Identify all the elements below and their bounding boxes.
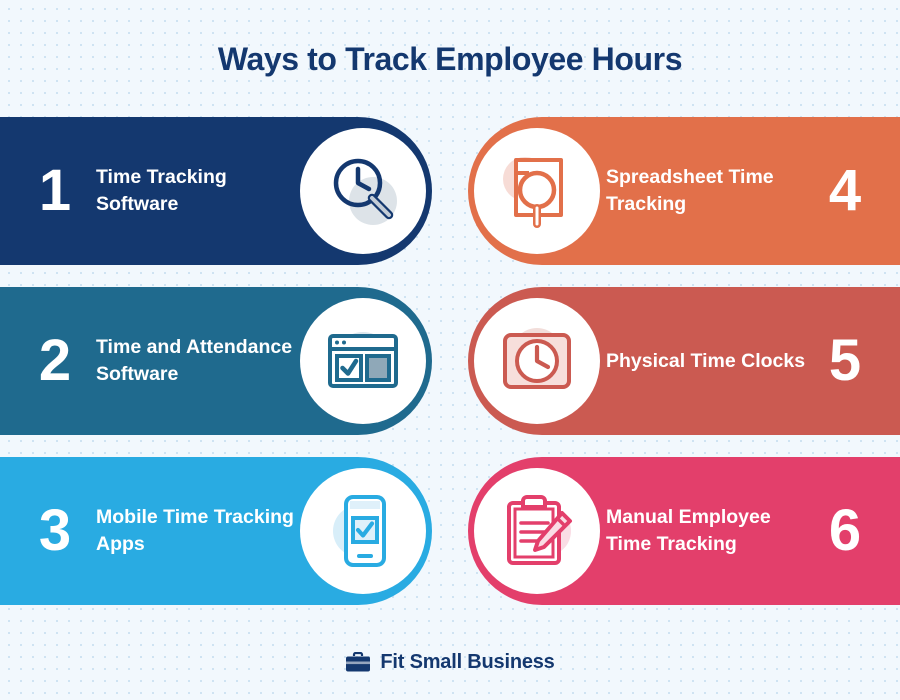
browser-checkbox-icon (300, 298, 426, 424)
list-item-1: 1 Time Tracking Software (0, 117, 432, 265)
item-number-6: 6 (828, 498, 862, 563)
item-number-5: 5 (828, 328, 862, 393)
item-number-3: 3 (38, 498, 72, 563)
list-item-2: 2 Time and Attendance Software (0, 287, 432, 435)
clipboard-pencil-icon (474, 468, 600, 594)
document-magnifier-icon (474, 128, 600, 254)
item-label-2: Time and Attendance Software (96, 336, 293, 385)
footer-brand: Fit Small Business (0, 651, 900, 674)
item-label-1: Time Tracking Software (96, 166, 227, 215)
list-item-4: Spreadsheet Time Tracking 4 (468, 117, 900, 265)
mobile-checkbox-icon (300, 468, 426, 594)
page-title: Ways to Track Employee Hours (217, 41, 683, 77)
clock-magnifier-icon (300, 128, 426, 254)
item-label-4: Spreadsheet Time Tracking (606, 166, 774, 215)
item-number-1: 1 (38, 158, 72, 223)
footer-brand-text: Fit Small Business (380, 651, 555, 673)
item-number-2: 2 (38, 328, 72, 393)
item-number-4: 4 (828, 158, 862, 223)
list-item-5: Physical Time Clocks 5 (468, 287, 900, 435)
briefcase-icon (345, 652, 371, 673)
item-label-6: Manual Employee Time Tracking (606, 506, 771, 555)
list-item-3: 3 Mobile Time Tracking Apps (0, 457, 432, 605)
list-item-6: Manual Employee Time Tracking 6 (468, 457, 900, 605)
item-label-3: Mobile Time Tracking Apps (96, 506, 294, 555)
item-label-5: Physical Time Clocks (606, 349, 806, 372)
time-clock-icon (474, 298, 600, 424)
